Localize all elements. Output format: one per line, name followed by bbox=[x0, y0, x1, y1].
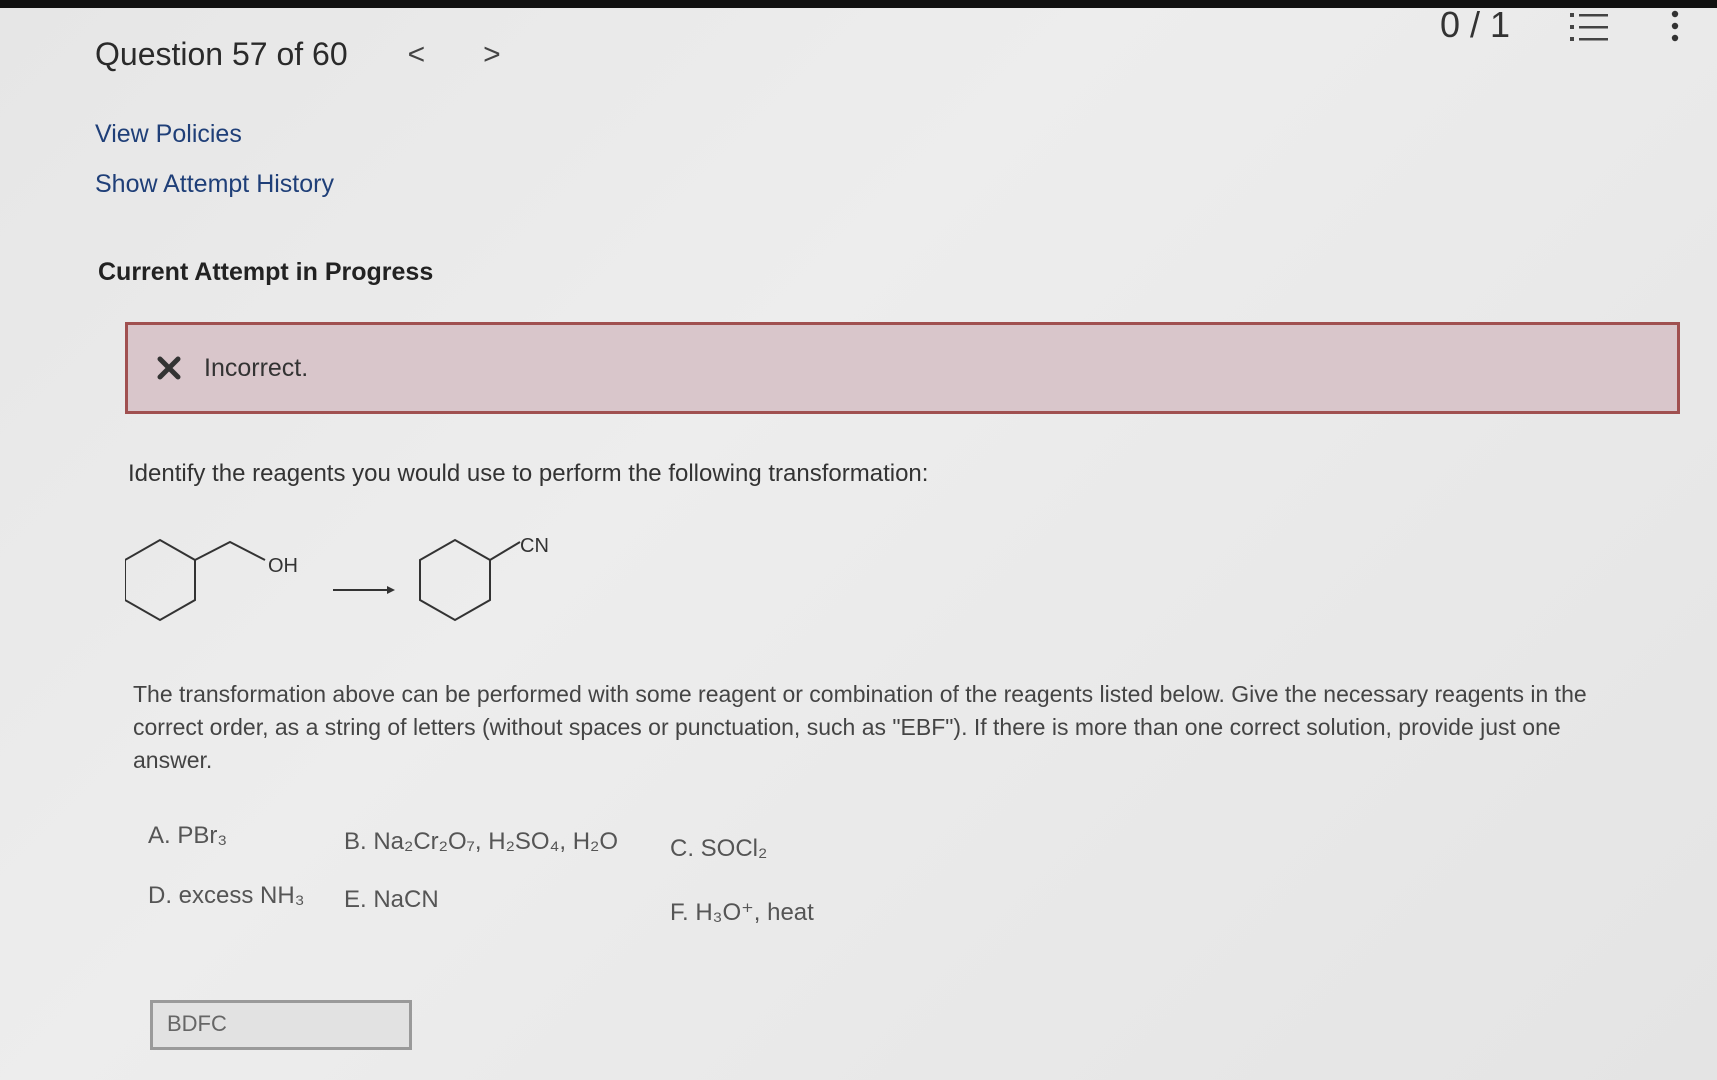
question-list-icon[interactable] bbox=[1570, 10, 1610, 46]
score-display: 0 / 1 bbox=[1440, 4, 1511, 45]
incorrect-x-icon bbox=[157, 356, 181, 380]
previous-question-button[interactable]: < bbox=[408, 38, 426, 72]
option-c: C. SOCl₂ bbox=[670, 835, 768, 862]
question-header: Question 57 of 60 < > bbox=[95, 36, 501, 73]
question-instructions: The transformation above can be performe… bbox=[133, 681, 1587, 773]
answer-input[interactable]: BDFC bbox=[150, 1000, 412, 1050]
product-structure bbox=[419, 538, 521, 622]
reaction-arrow bbox=[333, 586, 395, 594]
more-options-icon[interactable] bbox=[1668, 8, 1682, 44]
option-e: E. NaCN bbox=[344, 886, 439, 913]
reactant-label: OH bbox=[268, 555, 298, 577]
feedback-text: Incorrect. bbox=[204, 353, 309, 382]
option-a: A. PBr₃ bbox=[148, 822, 228, 849]
option-d: D. excess NH₃ bbox=[148, 882, 305, 909]
question-counter: Question 57 of 60 bbox=[95, 36, 348, 72]
option-f: F. H₃O⁺, heat bbox=[670, 899, 814, 926]
view-policies-link[interactable]: View Policies bbox=[95, 120, 242, 149]
option-b: B. Na₂Cr₂O₇, H₂SO₄, H₂O bbox=[344, 828, 619, 855]
current-attempt-heading: Current Attempt in Progress bbox=[98, 258, 434, 286]
question-prompt: Identify the reagents you would use to p… bbox=[128, 460, 929, 487]
show-attempt-history-link[interactable]: Show Attempt History bbox=[95, 170, 334, 199]
reactant-structure bbox=[125, 538, 266, 622]
next-question-button[interactable]: > bbox=[483, 38, 501, 72]
product-label: CN bbox=[520, 535, 549, 557]
reaction-diagram: OH CN bbox=[125, 535, 549, 622]
feedback-banner: Incorrect. bbox=[125, 322, 1680, 414]
